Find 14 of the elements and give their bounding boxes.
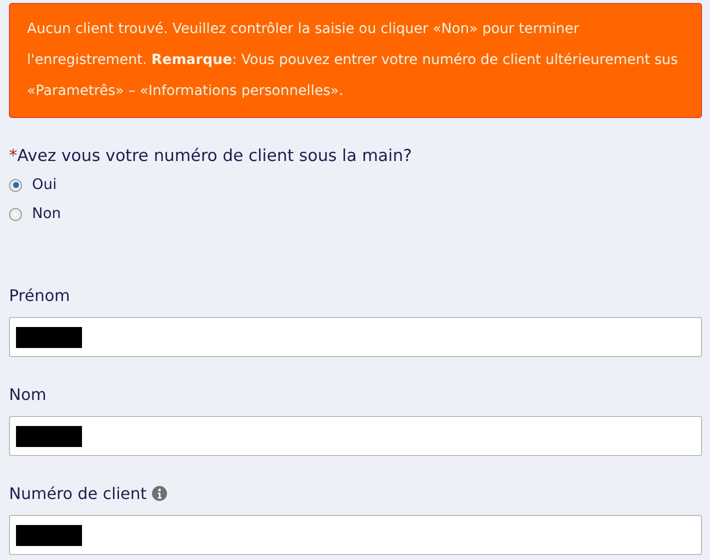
input-field[interactable] [9, 416, 702, 456]
field-label: Prénom [9, 286, 70, 305]
field-label: Numéro de client [9, 484, 147, 503]
field-label: Nom [9, 385, 46, 404]
required-mark: * [9, 146, 18, 165]
input-field[interactable] [9, 317, 702, 357]
radio-label[interactable]: Non [32, 206, 61, 222]
input-field[interactable] [9, 515, 702, 555]
radio-label[interactable]: Oui [32, 177, 57, 193]
alert-message: Aucun client trouvé. Veuillez contrôler la saisie ou cliquer «Non» pour terminer l'enregistrement. Remarque: Vous pouvez entrer votre numéro de client ultérieurement sus «Parametrês» – «Informations personnelles». [9, 3, 702, 118]
question-label: Avez vous votre numéro de client sous la main? [17, 146, 412, 165]
radio-button[interactable] [9, 208, 22, 220]
radio-button[interactable] [9, 178, 22, 192]
info-icon[interactable] [152, 486, 167, 501]
